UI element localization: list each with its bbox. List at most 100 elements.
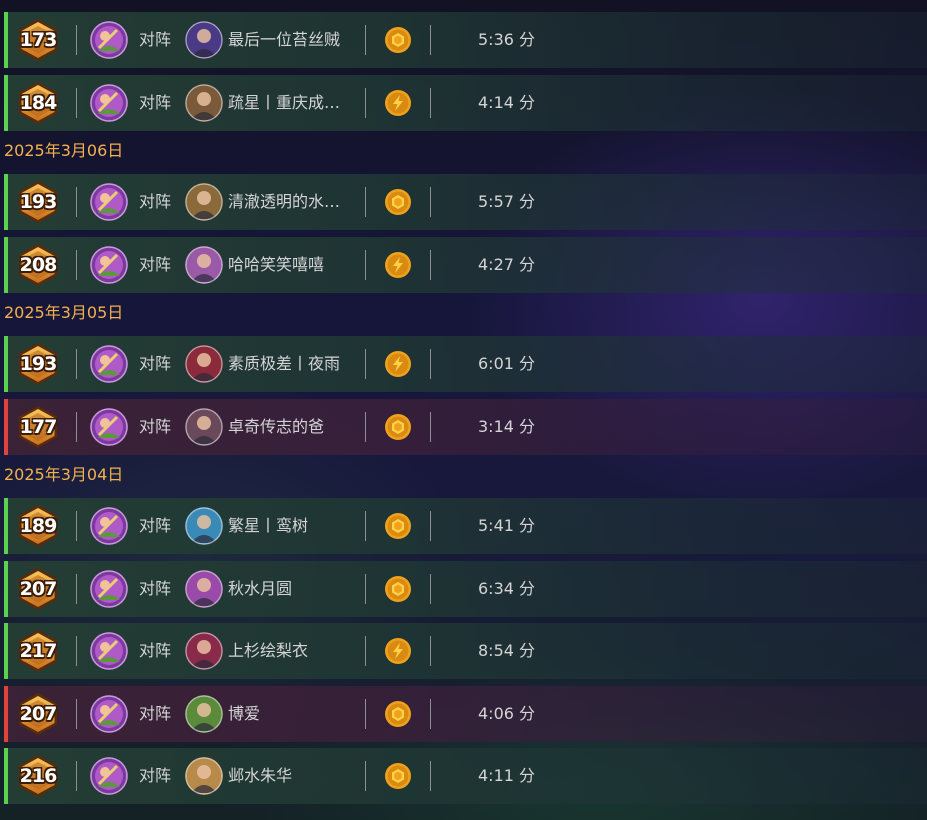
- coin-icon: [384, 700, 412, 728]
- match-duration: 5:36 分: [478, 30, 536, 49]
- opponent-name[interactable]: 上杉绘梨衣: [228, 623, 308, 679]
- divider: [365, 761, 366, 791]
- divider: [76, 636, 77, 666]
- divider: [430, 187, 431, 217]
- divider: [76, 87, 77, 118]
- win-indicator: [4, 336, 8, 392]
- match-row[interactable]: 216 对阵 邺水朱华 4:11 分: [4, 748, 927, 804]
- hero-portrait-icon: [90, 21, 128, 59]
- match-row[interactable]: 217 对阵 上杉绘梨衣 8:54 分: [4, 623, 927, 679]
- divider: [365, 249, 366, 280]
- hero-portrait-icon: [90, 694, 128, 733]
- coin-icon: [384, 188, 412, 216]
- win-indicator: [4, 623, 8, 679]
- rank-value: 217: [19, 640, 58, 662]
- coin-icon: [384, 762, 412, 790]
- match-duration: 4:27 分: [478, 254, 536, 274]
- divider: [76, 511, 77, 541]
- opponent-name[interactable]: 卓奇传志的爸: [228, 399, 324, 455]
- divider: [365, 573, 366, 604]
- opponent-name[interactable]: 最后一位苔丝贼: [228, 12, 340, 68]
- loss-indicator: [4, 685, 8, 742]
- rank-value: 173: [19, 29, 58, 51]
- hero-portrait-icon: [90, 245, 128, 284]
- rank-value: 177: [19, 415, 58, 438]
- versus-label: 对阵: [139, 30, 172, 49]
- opponent-name[interactable]: 邺水朱华: [228, 748, 292, 804]
- divider: [76, 411, 77, 442]
- coin-bolt-icon: [384, 89, 412, 117]
- opponent-name[interactable]: 哈哈笑笑嘻嘻: [228, 237, 324, 293]
- divider: [430, 411, 431, 442]
- opponent-portrait-icon: [185, 245, 223, 284]
- opponent-name[interactable]: 秋水月圆: [228, 561, 292, 617]
- opponent-portrait-icon: [185, 407, 223, 446]
- coin-bolt-icon: [384, 350, 412, 378]
- opponent-name[interactable]: 素质极差丨夜雨: [228, 336, 340, 392]
- match-row[interactable]: 177 对阵 卓奇传志的爸 3:14 分: [4, 398, 927, 455]
- rank-badge: 217: [17, 629, 59, 673]
- match-duration: 5:57 分: [478, 192, 536, 211]
- opponent-portrait-icon: [185, 757, 223, 795]
- divider: [365, 187, 366, 217]
- divider: [430, 349, 431, 379]
- divider: [430, 698, 431, 729]
- win-indicator: [4, 498, 8, 554]
- divider: [365, 511, 366, 541]
- date-header: 2025年3月04日: [4, 465, 124, 484]
- divider: [365, 411, 366, 442]
- divider: [76, 573, 77, 604]
- date-header: 2025年3月05日: [4, 303, 124, 322]
- match-row[interactable]: 184 对阵 疏星丨重庆成… 4:14 分: [4, 74, 927, 131]
- coin-icon: [384, 575, 412, 603]
- rank-value: 193: [19, 191, 58, 213]
- match-row[interactable]: 173 对阵 最后一位苔丝贼 5:36 分: [4, 12, 927, 68]
- rank-badge: 184: [17, 81, 59, 125]
- opponent-name[interactable]: 疏星丨重庆成…: [228, 75, 340, 131]
- rank-badge: 207: [17, 567, 59, 611]
- opponent-portrait-icon: [185, 569, 223, 608]
- divider: [76, 25, 77, 55]
- opponent-portrait-icon: [185, 21, 223, 59]
- match-duration: 6:01 分: [478, 354, 536, 373]
- opponent-name[interactable]: 繁星丨鸾树: [228, 498, 308, 554]
- match-duration: 6:34 分: [478, 578, 536, 598]
- match-duration: 3:14 分: [478, 416, 536, 436]
- win-indicator: [4, 74, 8, 131]
- rank-value: 216: [19, 765, 58, 787]
- versus-label: 对阵: [139, 416, 172, 436]
- versus-label: 对阵: [139, 192, 172, 211]
- win-indicator: [4, 560, 8, 617]
- opponent-name[interactable]: 博爱: [228, 686, 260, 742]
- divider: [365, 636, 366, 666]
- match-row[interactable]: 207 对阵 秋水月圆 6:34 分: [4, 560, 927, 617]
- match-row[interactable]: 189 对阵 繁星丨鸾树 5:41 分: [4, 498, 927, 554]
- opponent-portrait-icon: [185, 694, 223, 733]
- rank-value: 184: [19, 91, 58, 114]
- divider: [430, 636, 431, 666]
- hero-portrait-icon: [90, 507, 128, 545]
- opponent-portrait-icon: [185, 345, 223, 383]
- opponent-name[interactable]: 清澈透明的水…: [228, 174, 340, 230]
- opponent-portrait-icon: [185, 507, 223, 545]
- divider: [430, 573, 431, 604]
- win-indicator: [4, 236, 8, 293]
- win-indicator: [4, 748, 8, 804]
- match-row[interactable]: 193 对阵 清澈透明的水… 5:57 分: [4, 174, 927, 230]
- hero-portrait-icon: [90, 345, 128, 383]
- versus-label: 对阵: [139, 578, 172, 598]
- rank-value: 207: [19, 577, 58, 600]
- divider: [430, 761, 431, 791]
- match-row[interactable]: 208 对阵 哈哈笑笑嘻嘻 4:27 分: [4, 236, 927, 293]
- loss-indicator: [4, 398, 8, 455]
- divider: [430, 249, 431, 280]
- divider: [76, 187, 77, 217]
- divider: [365, 698, 366, 729]
- match-duration: 8:54 分: [478, 641, 536, 660]
- match-row[interactable]: 193 对阵 素质极差丨夜雨 6:01 分: [4, 336, 927, 392]
- hero-portrait-icon: [90, 83, 128, 122]
- match-row[interactable]: 207 对阵 博爱 4:06 分: [4, 685, 927, 742]
- win-indicator: [4, 12, 8, 68]
- rank-badge: 193: [17, 180, 59, 224]
- rank-badge: 208: [17, 243, 59, 287]
